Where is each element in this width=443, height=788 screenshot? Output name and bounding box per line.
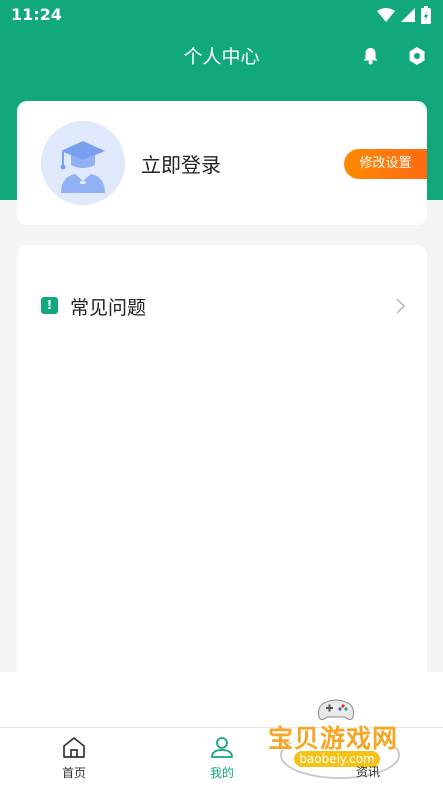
login-link[interactable]: 立即登录 — [141, 149, 221, 178]
tab-home-label: 首页 — [61, 766, 86, 780]
edit-settings-button[interactable]: 修改设置 — [344, 149, 427, 179]
tab-mine[interactable]: 我的 — [182, 736, 262, 781]
watermark-title: 宝贝游戏网 — [268, 724, 399, 753]
status-bar: 11:24 — [0, 0, 443, 30]
tab-mine-label: 我的 — [209, 766, 234, 780]
signal-icon — [401, 8, 415, 22]
settings-gear-icon[interactable] — [408, 46, 426, 66]
home-icon — [63, 737, 85, 758]
tab-home[interactable]: 首页 — [34, 736, 114, 781]
watermark-logo: 宝贝游戏网 baobeiy.com 资讯 — [268, 693, 418, 785]
faq-menu-item[interactable]: ! 常见问题 — [17, 285, 427, 329]
bell-icon[interactable] — [362, 47, 379, 65]
status-time: 11:24 — [11, 5, 62, 24]
exclamation-icon: ! — [41, 297, 58, 314]
app-screen: 11:24 个人中心 立即登录 修改设置 ! 常见问题 首页 我的 宝贝游戏网 … — [0, 0, 443, 788]
profile-card: 立即登录 修改设置 — [17, 101, 427, 225]
graduate-avatar-icon — [60, 141, 105, 193]
wifi-icon — [377, 8, 395, 22]
chevron-right-icon — [396, 298, 405, 314]
status-icons — [377, 6, 431, 24]
menu-card: ! 常见问题 — [17, 245, 427, 685]
user-icon — [211, 737, 233, 758]
battery-icon — [421, 6, 431, 24]
faq-label: 常见问题 — [70, 297, 147, 319]
avatar[interactable] — [41, 121, 125, 205]
tab-partial-label: 资讯 — [356, 765, 381, 779]
top-header: 个人中心 — [0, 38, 443, 74]
